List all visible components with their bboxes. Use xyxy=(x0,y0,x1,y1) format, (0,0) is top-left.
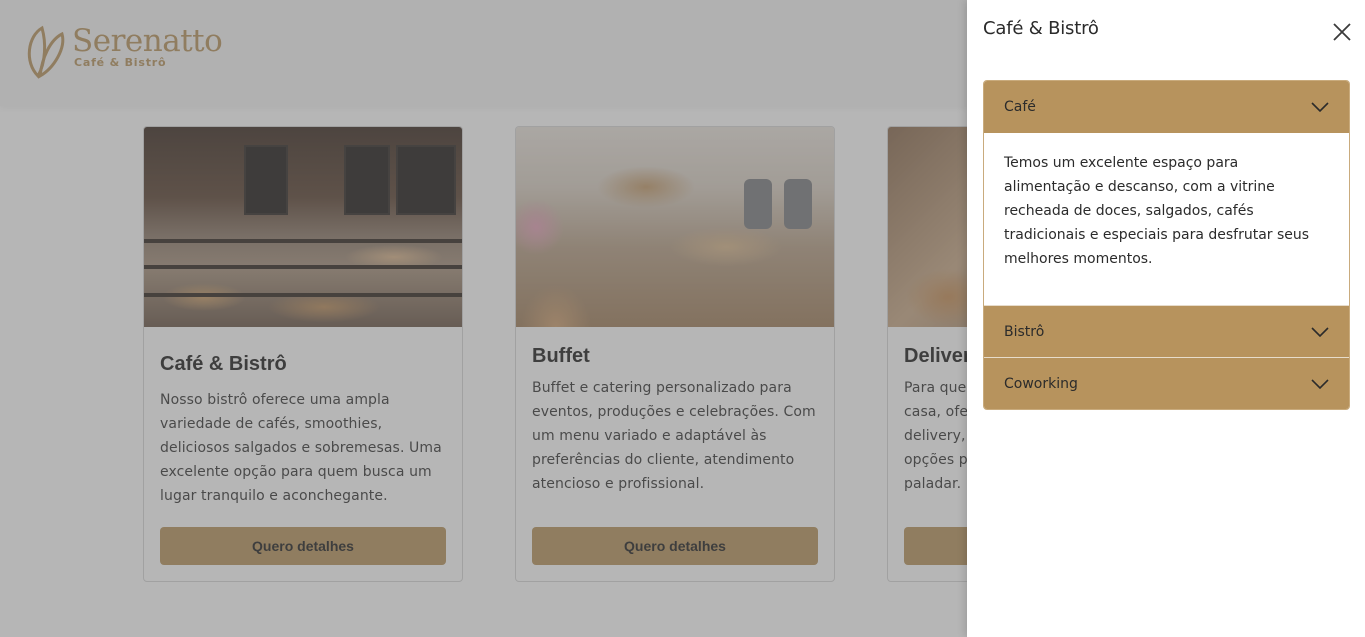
accordion-label: Coworking xyxy=(1004,375,1078,392)
close-icon xyxy=(1333,23,1351,41)
accordion-label: Bistrô xyxy=(1004,323,1045,340)
details-drawer: Café & Bistrô Café Temos um excelente es… xyxy=(967,0,1365,637)
accordion: Café Temos um excelente espaço para alim… xyxy=(983,80,1350,410)
accordion-header-cafe[interactable]: Café xyxy=(984,81,1349,133)
accordion-header-coworking[interactable]: Coworking xyxy=(984,357,1349,409)
accordion-label: Café xyxy=(1004,99,1036,115)
drawer-title: Café & Bistrô xyxy=(983,18,1099,39)
accordion-header-bistro[interactable]: Bistrô xyxy=(984,305,1349,357)
accordion-content-cafe: Temos um excelente espaço para alimentaç… xyxy=(984,133,1349,305)
chevron-down-icon xyxy=(1311,378,1329,389)
chevron-down-icon xyxy=(1311,102,1329,112)
close-button[interactable] xyxy=(1331,21,1353,43)
chevron-down-icon xyxy=(1311,326,1329,337)
